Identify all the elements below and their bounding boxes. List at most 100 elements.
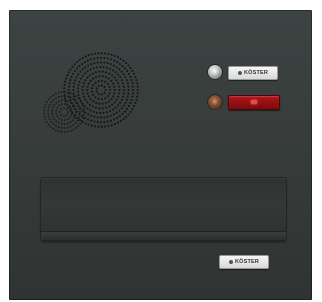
speaker-hole bbox=[129, 110, 132, 113]
speaker-hole bbox=[100, 93, 103, 96]
speaker-hole bbox=[74, 114, 77, 116]
speaker-hole bbox=[66, 95, 69, 98]
speaker-hole bbox=[123, 67, 126, 70]
speaker-hole bbox=[84, 55, 87, 58]
speaker-hole bbox=[98, 75, 101, 78]
speaker-hole bbox=[92, 77, 95, 80]
doorbell-button-top[interactable] bbox=[208, 65, 222, 79]
speaker-hole bbox=[106, 57, 109, 60]
speaker-hole bbox=[112, 82, 115, 85]
speaker-hole bbox=[136, 85, 139, 88]
speaker-hole bbox=[83, 105, 87, 108]
speaker-hole bbox=[81, 57, 84, 60]
speaker-hole bbox=[113, 118, 116, 121]
speaker-hole bbox=[125, 115, 128, 118]
speaker-hole bbox=[122, 88, 126, 92]
speaker-hole bbox=[96, 120, 99, 124]
speaker-hole bbox=[89, 109, 92, 112]
speaker-hole bbox=[77, 105, 80, 107]
speaker-hole bbox=[69, 121, 72, 124]
speaker-hole bbox=[129, 75, 132, 78]
speaker-grille-icon bbox=[39, 50, 149, 140]
speaker-hole bbox=[127, 113, 130, 116]
brand-logo-icon bbox=[228, 260, 233, 264]
speaker-hole bbox=[74, 79, 77, 82]
letter-slot[interactable] bbox=[41, 178, 286, 240]
speaker-hole bbox=[60, 95, 63, 98]
speaker-hole bbox=[87, 54, 90, 57]
speaker-hole bbox=[92, 84, 95, 87]
speaker-hole bbox=[73, 105, 76, 108]
speaker-hole bbox=[117, 104, 120, 107]
speaker-hole bbox=[94, 71, 98, 74]
speaker-hole bbox=[79, 70, 82, 73]
speaker-hole bbox=[50, 120, 53, 123]
speaker-hole bbox=[76, 60, 79, 64]
speaker-hole bbox=[53, 118, 56, 121]
speaker-hole bbox=[97, 52, 100, 55]
speaker-hole bbox=[118, 88, 121, 92]
speaker-hole bbox=[122, 59, 125, 62]
speaker-hole bbox=[108, 85, 111, 88]
speaker-hole bbox=[60, 91, 63, 94]
speaker-hole bbox=[99, 116, 103, 119]
speaker-hole bbox=[93, 57, 96, 60]
speaker-hole bbox=[96, 61, 99, 64]
speaker-hole bbox=[96, 116, 99, 119]
speaker-hole bbox=[66, 130, 69, 133]
speaker-hole bbox=[83, 111, 85, 113]
speaker-hole bbox=[81, 62, 84, 65]
speaker-hole bbox=[55, 120, 58, 123]
speaker-hole bbox=[134, 102, 137, 105]
speaker-hole bbox=[99, 111, 102, 115]
speaker-hole bbox=[100, 125, 103, 128]
speaker-hole bbox=[130, 79, 133, 82]
speaker-hole bbox=[66, 118, 69, 121]
speaker-hole bbox=[103, 116, 106, 119]
speaker-hole bbox=[76, 116, 79, 120]
speaker-hole bbox=[86, 70, 89, 73]
speaker-hole bbox=[131, 69, 134, 72]
speaker-hole bbox=[70, 108, 73, 111]
brand-logo-icon bbox=[237, 71, 242, 75]
speaker-hole bbox=[94, 81, 97, 84]
button-center-icon bbox=[212, 99, 218, 105]
speaker-hole bbox=[56, 115, 59, 118]
speaker-hole bbox=[73, 63, 76, 66]
speaker-hole bbox=[118, 68, 121, 71]
speaker-hole bbox=[78, 119, 81, 122]
speaker-hole bbox=[72, 98, 75, 100]
speaker-hole bbox=[125, 62, 128, 65]
speaker-hole bbox=[126, 70, 129, 73]
speaker-hole bbox=[111, 74, 114, 77]
speaker-hole bbox=[52, 98, 55, 101]
speaker-hole bbox=[81, 88, 84, 92]
speaker-hole bbox=[63, 95, 66, 97]
speaker-hole bbox=[73, 70, 76, 73]
speaker-hole bbox=[75, 95, 78, 98]
speaker-hole bbox=[71, 65, 74, 68]
speaker-hole bbox=[101, 107, 104, 110]
speaker-hole bbox=[102, 66, 105, 69]
speaker-hole bbox=[92, 93, 95, 96]
button-center-icon bbox=[212, 69, 218, 75]
speaker-hole bbox=[90, 124, 93, 127]
speaker-hole bbox=[106, 82, 109, 85]
speaker-hole bbox=[116, 121, 119, 124]
speaker-hole bbox=[70, 113, 73, 116]
speaker-hole bbox=[135, 98, 138, 101]
speaker-hole bbox=[114, 71, 117, 74]
speaker-hole bbox=[69, 79, 72, 82]
speaker-hole bbox=[90, 53, 93, 56]
speaker-hole bbox=[111, 108, 115, 111]
speaker-hole bbox=[120, 70, 123, 73]
speaker-hole bbox=[80, 102, 83, 105]
speaker-hole bbox=[82, 105, 85, 107]
speaker-hole bbox=[43, 112, 46, 115]
speaker-hole bbox=[43, 115, 46, 118]
doorbell-button-bottom[interactable] bbox=[208, 95, 222, 109]
speaker-hole bbox=[132, 88, 135, 92]
speaker-hole bbox=[133, 72, 136, 75]
speaker-hole bbox=[70, 75, 73, 78]
speaker-hole bbox=[75, 111, 77, 113]
